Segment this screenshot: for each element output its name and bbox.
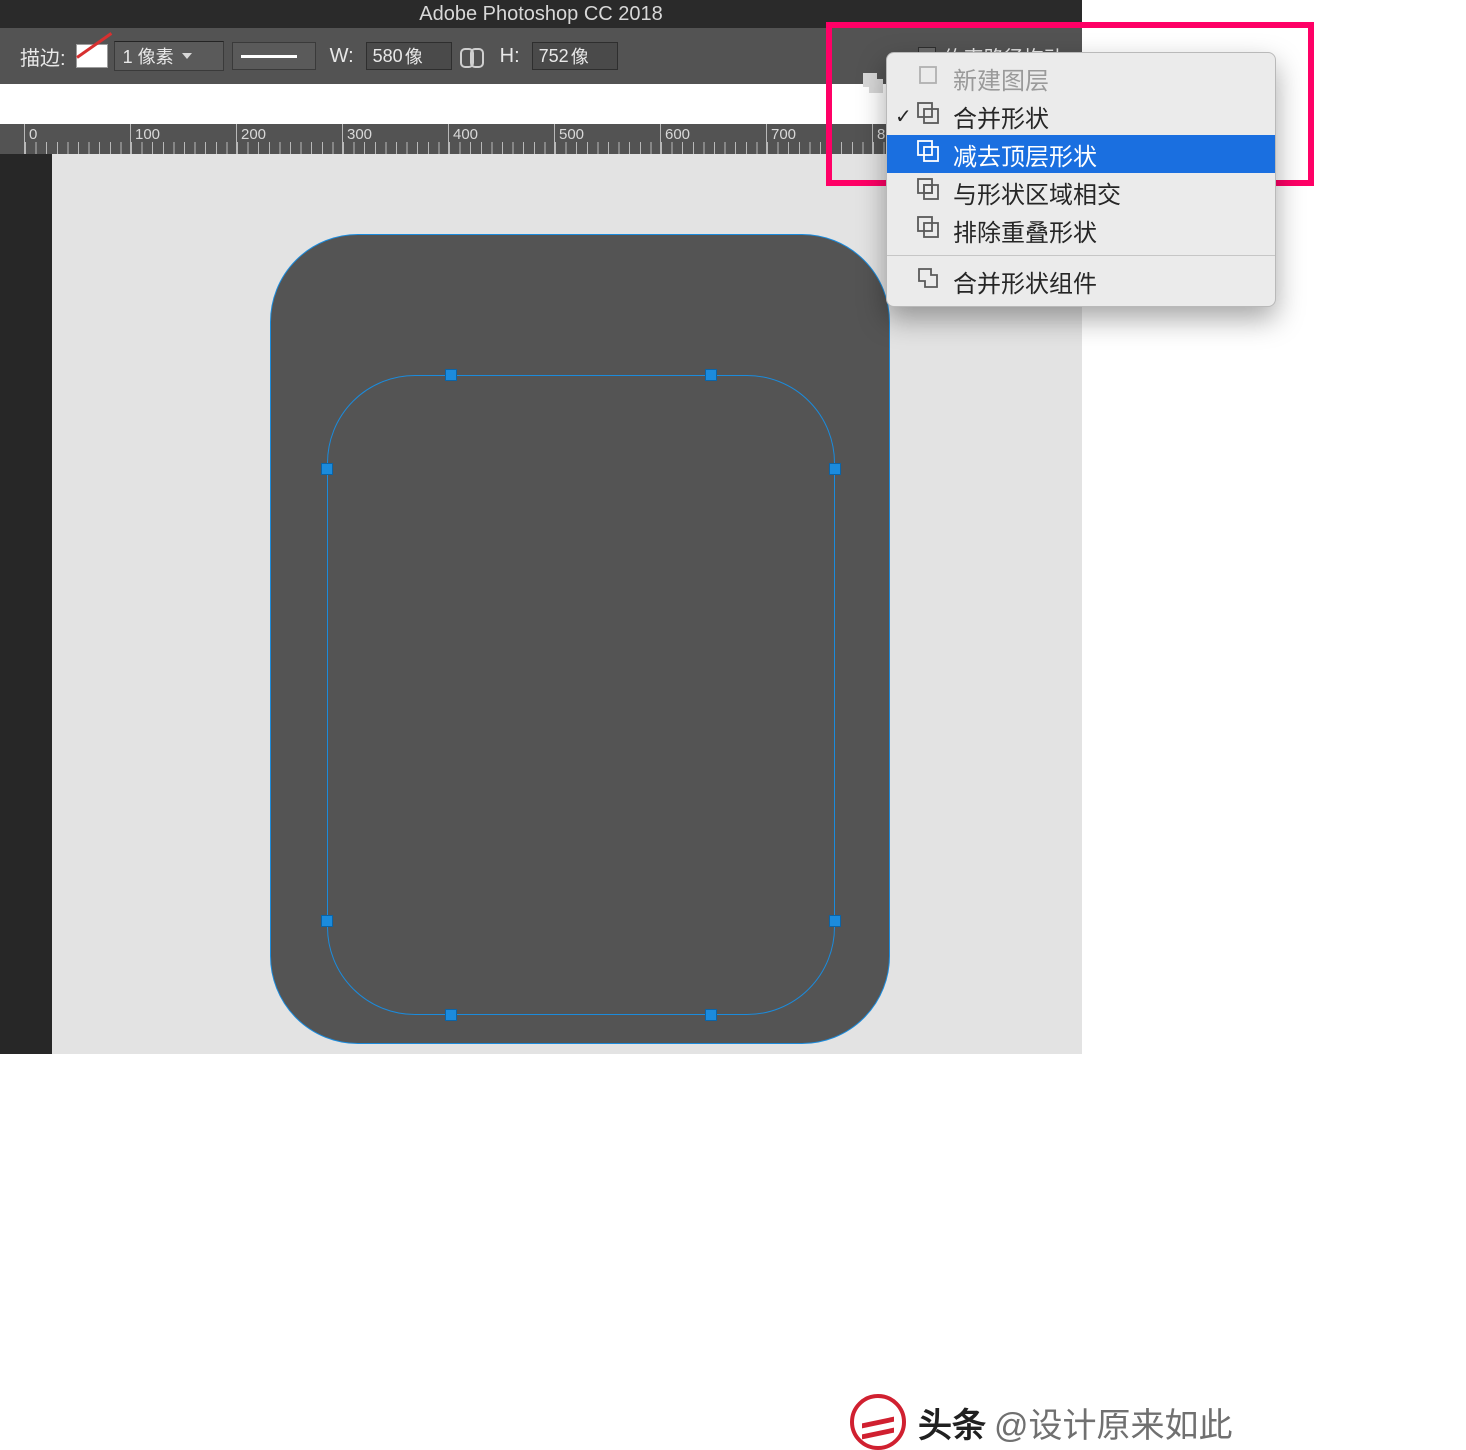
ruler-major-tick: 700 [766,124,872,154]
ruler-tick-label: 100 [135,126,160,143]
menu-item-label: 减去顶层形状 [953,137,1097,172]
ruler-major-tick: 600 [660,124,766,154]
watermark: 头条 @设计原来如此 [850,1394,1233,1450]
menu-item-merge-components[interactable]: 合并形状组件 [887,262,1275,300]
watermark-brand: 头条 [918,1398,986,1447]
app-title: Adobe Photoshop CC 2018 [419,3,663,26]
height-unit: 像 [571,43,589,69]
outer-rounded-rect-shape[interactable] [270,234,890,1044]
menu-item-label: 合并形状组件 [953,264,1097,299]
ruler-tick-label: 300 [347,126,372,143]
stroke-width-select[interactable]: 1 像素 [114,41,224,71]
height-value: 752 [539,46,569,67]
ruler-tick-label: 700 [771,126,796,143]
width-unit: 像 [405,43,423,69]
anchor-handle[interactable] [705,1009,717,1021]
stroke-style-select[interactable] [232,42,316,70]
anchor-handle[interactable] [705,369,717,381]
combine-icon [915,100,953,133]
ruler-major-tick: 100 [130,124,236,154]
anchor-handle[interactable] [829,463,841,475]
stroke-width-value: 1 像素 [123,43,174,69]
ruler-major-tick: 0 [24,124,130,154]
menu-item-new: 新建图层 [887,59,1275,97]
app-title-bar: Adobe Photoshop CC 2018 [0,0,1082,28]
exclude-icon [915,214,953,247]
menu-item-label: 排除重叠形状 [953,213,1097,248]
intersect-icon [915,176,953,209]
menu-separator [887,255,1275,256]
width-value: 580 [373,46,403,67]
ruler-tick-label: 500 [559,126,584,143]
path-operations-menu: 新建图层 ✓ 合并形状减去顶层形状与形状区域相交排除重叠形状合并形状组件 [886,52,1276,307]
new-icon [915,62,953,95]
chevron-down-icon [182,53,192,59]
menu-item-exclude[interactable]: 排除重叠形状 [887,211,1275,249]
anchor-handle[interactable] [445,369,457,381]
menu-item-subtract[interactable]: 减去顶层形状 [887,135,1275,173]
ruler-tick-label: 200 [241,126,266,143]
ruler-tick-label: 0 [29,126,37,143]
inner-rounded-rect-path[interactable] [327,375,835,1015]
watermark-handle: @设计原来如此 [994,1398,1233,1447]
ruler-tick-label: 400 [453,126,478,143]
check-icon: ✓ [895,104,912,129]
width-field[interactable]: 580 像 [366,42,452,70]
ruler-tick-label: 600 [665,126,690,143]
menu-item-label: 与形状区域相交 [953,175,1121,210]
path-combine-icon [860,70,886,96]
anchor-handle[interactable] [321,915,333,927]
ruler-major-tick: 300 [342,124,448,154]
ruler-major-tick: 400 [448,124,554,154]
menu-item-label: 合并形状 [953,99,1049,134]
anchor-handle[interactable] [445,1009,457,1021]
link-wh-icon[interactable] [458,44,484,68]
anchor-handle[interactable] [321,463,333,475]
ruler-major-tick: 200 [236,124,342,154]
width-label: W: [330,45,354,68]
menu-item-intersect[interactable]: 与形状区域相交 [887,173,1275,211]
inner-shape-selection[interactable] [327,375,835,1015]
subtract-icon [915,138,953,171]
ruler-major-tick: 500 [554,124,660,154]
toutiao-logo-icon [850,1394,906,1450]
height-label: H: [500,45,520,68]
stroke-label: 描边: [20,42,66,71]
merge-icon [915,265,953,298]
height-field[interactable]: 752 像 [532,42,618,70]
menu-item-label: 新建图层 [953,61,1049,96]
menu-item-combine[interactable]: ✓ 合并形状 [887,97,1275,135]
solid-line-icon [241,55,297,58]
stroke-color-swatch[interactable] [76,44,108,68]
anchor-handle[interactable] [829,915,841,927]
